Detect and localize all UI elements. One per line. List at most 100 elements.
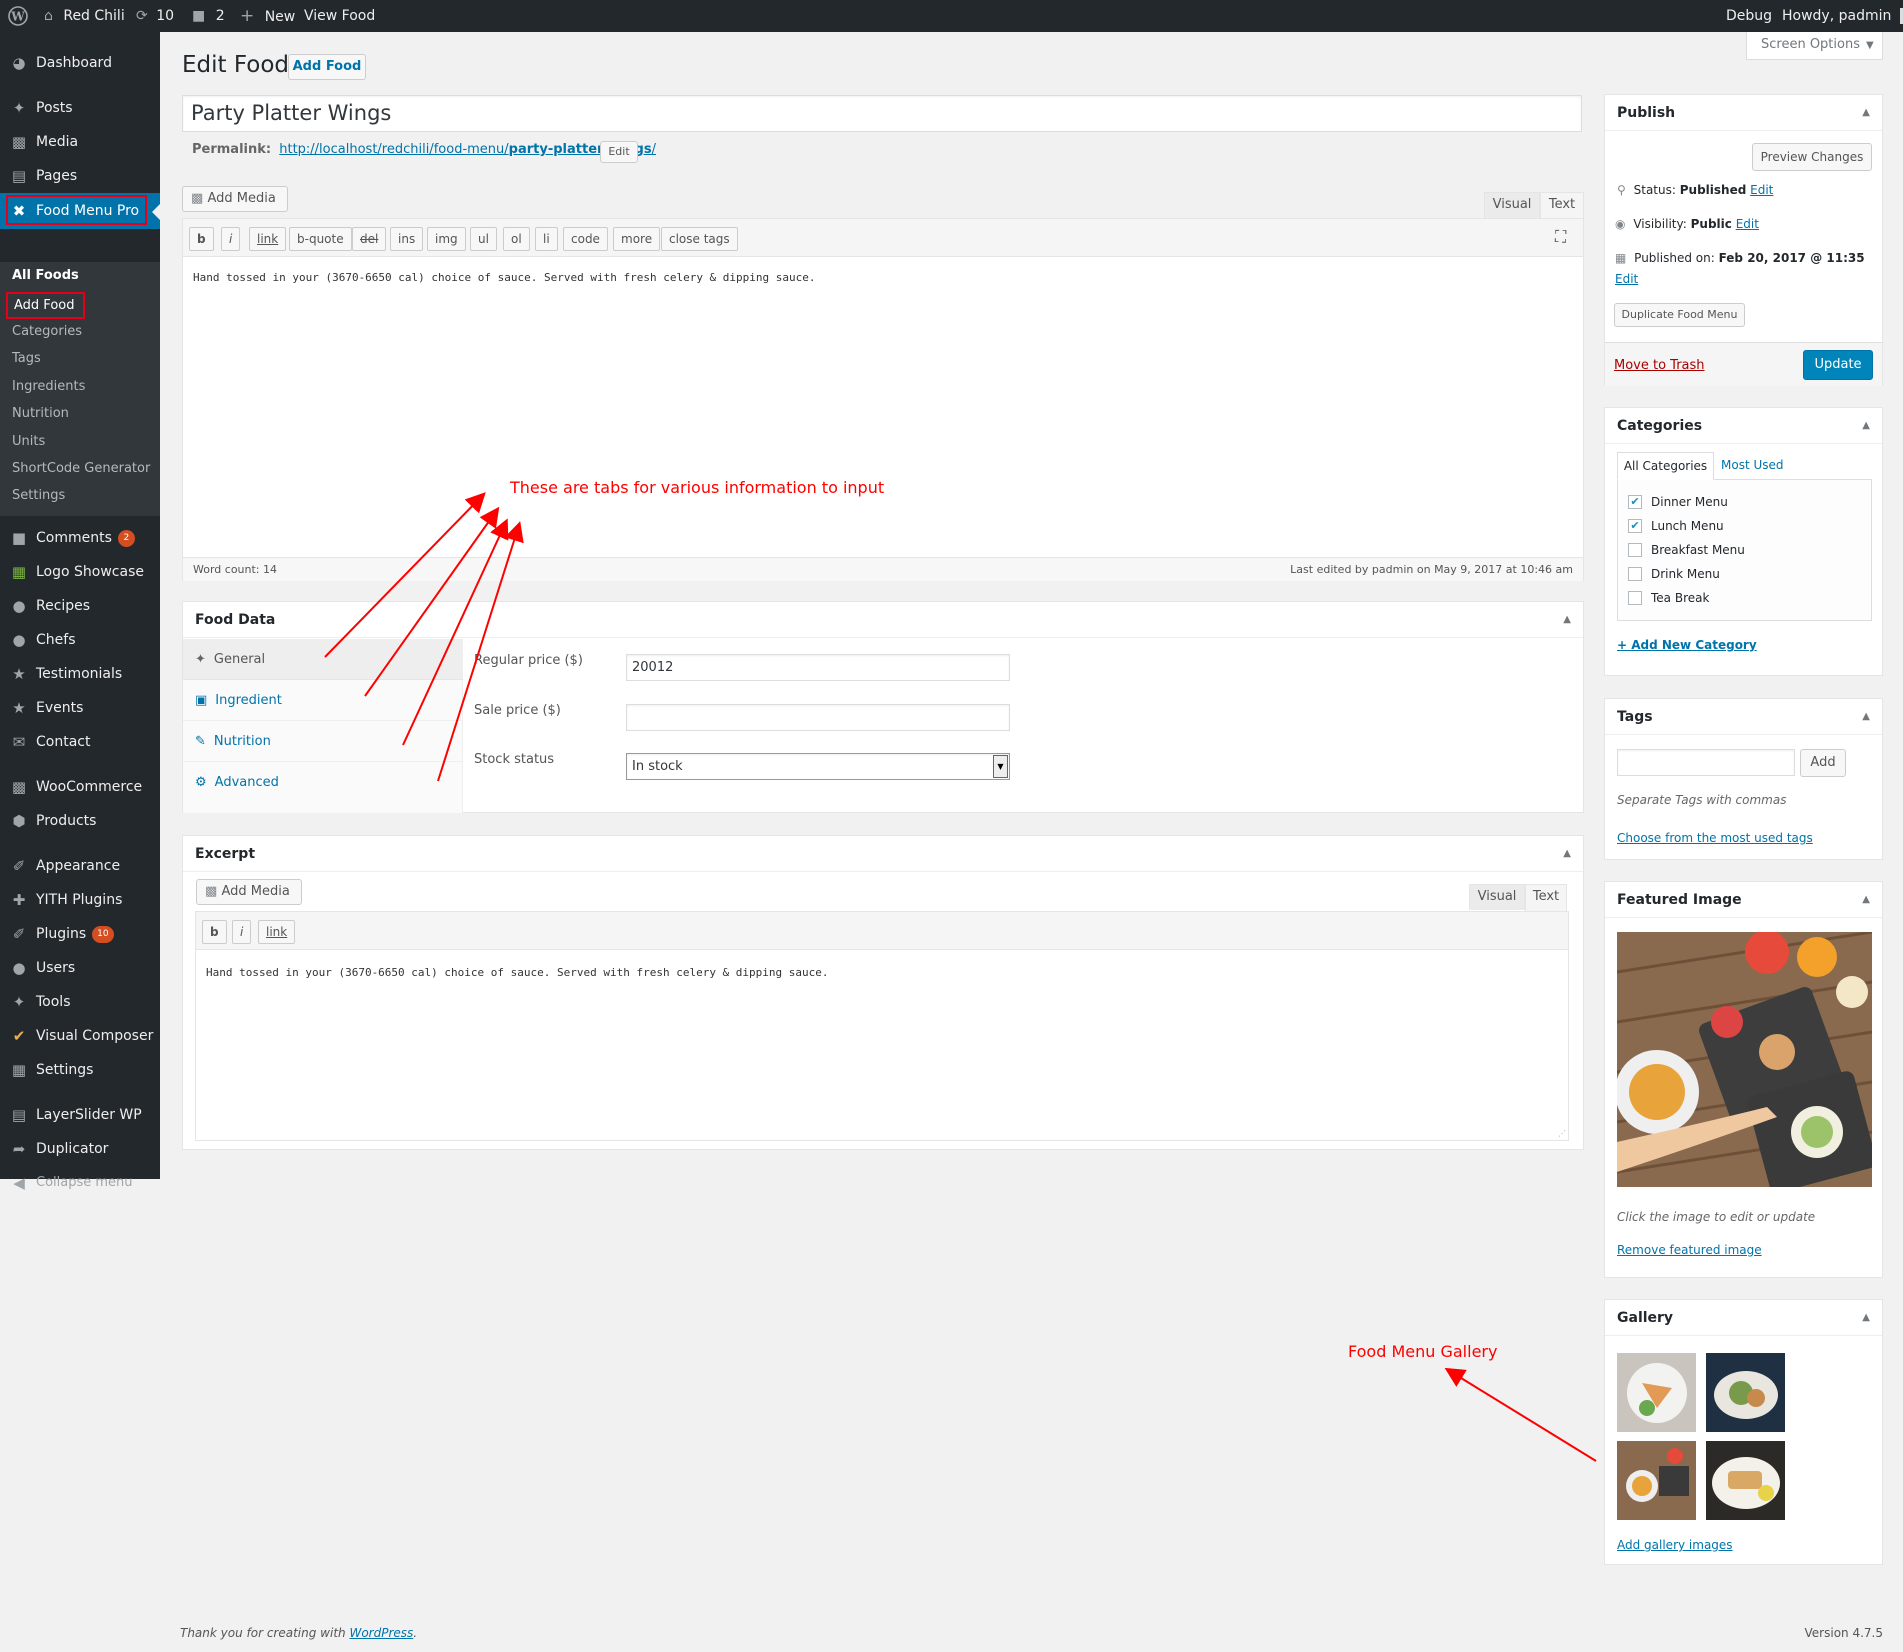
menu-recipes[interactable]: ● Recipes bbox=[0, 589, 160, 623]
excerpt-add-media-button[interactable]: ▩ Add Media bbox=[196, 879, 302, 905]
submenu-nutrition[interactable]: Nutrition bbox=[12, 402, 69, 426]
post-title-input[interactable]: Party Platter Wings bbox=[182, 95, 1582, 132]
screen-options-button[interactable]: Screen Options ▼ bbox=[1746, 32, 1883, 60]
qt-link-button[interactable]: link bbox=[258, 920, 296, 944]
submenu-add-food[interactable]: Add Food bbox=[6, 292, 85, 319]
toggle-arrow-icon[interactable]: ▲ bbox=[1862, 699, 1870, 735]
excerpt-tab-text[interactable]: Text bbox=[1525, 884, 1567, 911]
comments-link[interactable]: ■ 2 bbox=[192, 0, 225, 32]
excerpt-textarea[interactable]: Hand tossed in your (3670-6650 cal) choi… bbox=[206, 966, 829, 979]
qt-ol-button[interactable]: ol bbox=[503, 227, 530, 251]
menu-woocommerce[interactable]: ▩ WooCommerce bbox=[0, 770, 160, 804]
qt-bquote-button[interactable]: b-quote bbox=[289, 227, 352, 251]
stock-status-select[interactable]: In stock ▼ bbox=[626, 753, 1010, 780]
gallery-header[interactable]: Gallery ▲ bbox=[1605, 1300, 1882, 1336]
tab-most-used[interactable]: Most Used bbox=[1721, 458, 1784, 472]
menu-food-menu-pro[interactable]: ✖ Food Menu Pro bbox=[0, 193, 160, 229]
qt-img-button[interactable]: img bbox=[427, 227, 466, 251]
gallery-image[interactable] bbox=[1617, 1353, 1696, 1432]
wordpress-link[interactable]: WordPress bbox=[349, 1626, 413, 1640]
toggle-arrow-icon[interactable]: ▲ bbox=[1862, 1300, 1870, 1336]
qt-ul-button[interactable]: ul bbox=[470, 227, 497, 251]
menu-tools[interactable]: ✦ Tools bbox=[0, 985, 160, 1019]
submenu-ingredients[interactable]: Ingredients bbox=[12, 375, 85, 399]
checkbox-dinner-menu[interactable]: ✔ bbox=[1628, 495, 1642, 509]
excerpt-tab-visual[interactable]: Visual bbox=[1469, 884, 1525, 910]
tab-ingredient[interactable]: ▣ Ingredient bbox=[183, 680, 463, 721]
tab-nutrition[interactable]: ✎ Nutrition bbox=[183, 721, 463, 762]
debug-link[interactable]: Debug bbox=[1726, 0, 1772, 32]
qt-bold-button[interactable]: b bbox=[202, 920, 227, 944]
submenu-shortcode-generator[interactable]: ShortCode Generator bbox=[12, 457, 150, 481]
submenu-units[interactable]: Units bbox=[12, 430, 45, 454]
toggle-arrow-icon[interactable]: ▲ bbox=[1563, 602, 1571, 638]
qt-bold-button[interactable]: b bbox=[189, 227, 214, 251]
fullscreen-icon[interactable]: ⛶ bbox=[1555, 227, 1566, 247]
add-tag-button[interactable]: Add bbox=[1800, 749, 1846, 777]
add-new-category-link[interactable]: + Add New Category bbox=[1617, 638, 1757, 652]
gallery-image[interactable] bbox=[1706, 1441, 1785, 1520]
tab-all-categories[interactable]: All Categories bbox=[1617, 452, 1714, 480]
resize-handle-icon[interactable]: ⋰ bbox=[1558, 1129, 1566, 1138]
add-food-button[interactable]: Add Food bbox=[288, 54, 366, 80]
content-textarea[interactable]: Hand tossed in your (3670-6650 cal) choi… bbox=[193, 271, 816, 284]
featured-image-header[interactable]: Featured Image ▲ bbox=[1605, 882, 1882, 918]
menu-comments[interactable]: ■ Comments 2 bbox=[0, 521, 160, 555]
menu-pages[interactable]: ▤ Pages bbox=[0, 159, 160, 193]
tab-general[interactable]: ✦ General bbox=[183, 639, 463, 680]
qt-more-button[interactable]: more bbox=[613, 227, 661, 251]
menu-layerslider[interactable]: ▤ LayerSlider WP bbox=[0, 1098, 160, 1132]
menu-appearance[interactable]: ✐ Appearance bbox=[0, 849, 160, 883]
sale-price-input[interactable] bbox=[626, 704, 1010, 731]
qt-close-tags-button[interactable]: close tags bbox=[661, 227, 738, 251]
checkbox-drink-menu[interactable] bbox=[1628, 567, 1642, 581]
collapse-menu-button[interactable]: ◀ Collapse menu bbox=[0, 1166, 160, 1200]
qt-italic-button[interactable]: i bbox=[221, 227, 241, 251]
categories-header[interactable]: Categories ▲ bbox=[1605, 408, 1882, 444]
checkbox-breakfast-menu[interactable] bbox=[1628, 543, 1642, 557]
checkbox-tea-break[interactable] bbox=[1628, 591, 1642, 605]
qt-del-button[interactable]: del bbox=[352, 227, 387, 251]
tab-advanced[interactable]: ⚙ Advanced bbox=[183, 762, 463, 803]
update-button[interactable]: Update bbox=[1803, 350, 1873, 380]
preview-changes-button[interactable]: Preview Changes bbox=[1752, 143, 1872, 171]
qt-li-button[interactable]: li bbox=[535, 227, 558, 251]
qt-italic-button[interactable]: i bbox=[232, 920, 252, 944]
excerpt-header[interactable]: Excerpt ▲ bbox=[183, 836, 1583, 872]
regular-price-input[interactable]: 20012 bbox=[626, 654, 1010, 681]
submenu-tags[interactable]: Tags bbox=[12, 347, 41, 371]
new-content-link[interactable]: + New bbox=[240, 0, 295, 32]
qt-link-button[interactable]: link bbox=[249, 227, 287, 251]
move-to-trash-link[interactable]: Move to Trash bbox=[1614, 358, 1705, 373]
menu-media[interactable]: ▩ Media bbox=[0, 125, 160, 159]
menu-plugins[interactable]: ✐ Plugins 10 bbox=[0, 917, 160, 951]
add-gallery-images-link[interactable]: Add gallery images bbox=[1617, 1538, 1733, 1552]
menu-posts[interactable]: ✦ Posts bbox=[0, 91, 160, 125]
menu-products[interactable]: ⬢ Products bbox=[0, 804, 160, 838]
tab-visual[interactable]: Visual bbox=[1484, 192, 1540, 218]
featured-image[interactable] bbox=[1617, 932, 1872, 1187]
toggle-arrow-icon[interactable]: ▲ bbox=[1862, 882, 1870, 918]
visibility-edit-link[interactable]: Edit bbox=[1736, 217, 1759, 231]
status-edit-link[interactable]: Edit bbox=[1750, 183, 1773, 197]
menu-testimonials[interactable]: ★ Testimonials bbox=[0, 657, 160, 691]
gallery-image[interactable] bbox=[1617, 1441, 1696, 1520]
menu-dashboard[interactable]: ◕ Dashboard bbox=[0, 46, 160, 80]
checkbox-lunch-menu[interactable]: ✔ bbox=[1628, 519, 1642, 533]
toggle-arrow-icon[interactable]: ▲ bbox=[1563, 836, 1571, 872]
submenu-categories[interactable]: Categories bbox=[12, 320, 82, 344]
tags-header[interactable]: Tags ▲ bbox=[1605, 699, 1882, 735]
menu-users[interactable]: ● Users bbox=[0, 951, 160, 985]
menu-settings[interactable]: ▦ Settings bbox=[0, 1053, 160, 1087]
toggle-arrow-icon[interactable]: ▲ bbox=[1862, 408, 1870, 444]
site-name-link[interactable]: ⌂ Red Chili bbox=[44, 0, 125, 32]
updates-link[interactable]: ⟳ 10 bbox=[136, 0, 174, 32]
published-edit-link[interactable]: Edit bbox=[1615, 272, 1638, 286]
qt-ins-button[interactable]: ins bbox=[390, 227, 424, 251]
duplicate-food-menu-button[interactable]: Duplicate Food Menu bbox=[1614, 303, 1745, 327]
my-account-link[interactable]: Howdy, padmin bbox=[1782, 0, 1903, 32]
tab-text[interactable]: Text bbox=[1540, 192, 1584, 219]
new-tag-input[interactable] bbox=[1617, 749, 1795, 776]
wordpress-logo-icon[interactable]: W bbox=[8, 0, 28, 32]
add-media-button[interactable]: ▩ Add Media bbox=[182, 186, 288, 212]
